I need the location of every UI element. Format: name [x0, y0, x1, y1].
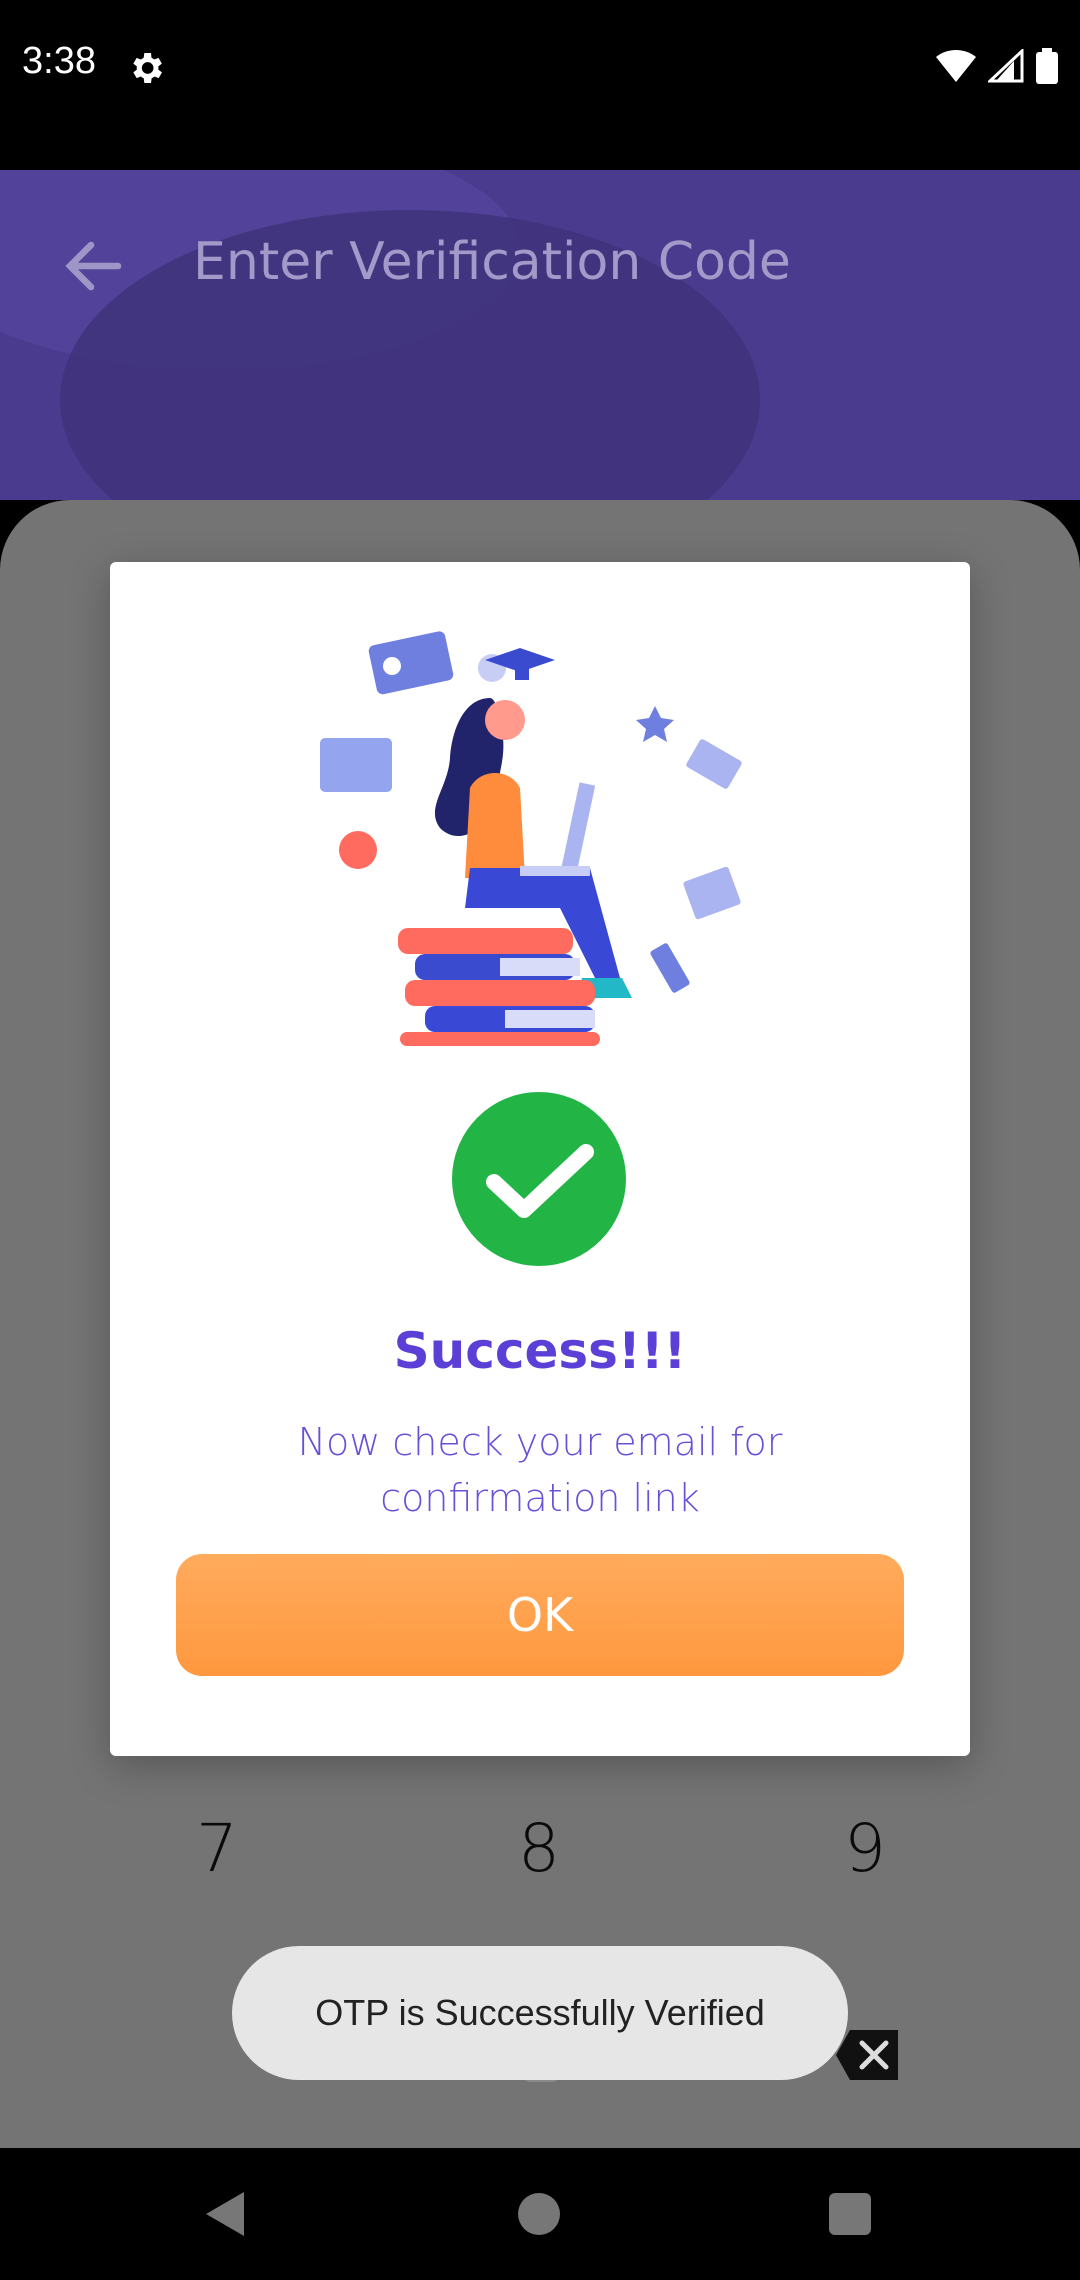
gear-icon — [133, 53, 162, 83]
dialog-message: Now check your email for confirmation li… — [297, 1420, 783, 1520]
page-title: Enter Verification Code — [193, 232, 791, 292]
nav-back-icon[interactable] — [204, 2190, 248, 2238]
keypad-key-7[interactable]: 7 — [196, 1810, 238, 1887]
wifi-icon — [936, 49, 976, 82]
status-bar: 3:38 — [0, 0, 1080, 170]
signal-icon — [988, 49, 1024, 83]
status-icons — [936, 48, 1058, 84]
toast-message: OTP is Successfully Verified — [232, 1946, 848, 2080]
arrow-left-icon[interactable] — [58, 230, 130, 302]
status-time: 3:38 — [22, 40, 96, 82]
backspace-icon[interactable] — [836, 2030, 898, 2080]
keypad-key-8[interactable]: 8 — [518, 1810, 560, 1887]
keypad-key-9[interactable]: 9 — [844, 1810, 886, 1887]
nav-recent-icon[interactable] — [829, 2193, 871, 2235]
battery-icon — [1036, 48, 1058, 84]
ok-button[interactable]: OK — [176, 1554, 904, 1676]
check-circle-icon — [452, 1092, 626, 1266]
success-dialog: Success!!! Now check your email for conf… — [110, 562, 970, 1756]
app-header: Enter Verification Code — [0, 170, 1080, 500]
nav-home-icon[interactable] — [518, 2193, 560, 2235]
dialog-title: Success!!! — [393, 1322, 687, 1380]
student-with-laptop-illustration — [320, 631, 742, 1046]
